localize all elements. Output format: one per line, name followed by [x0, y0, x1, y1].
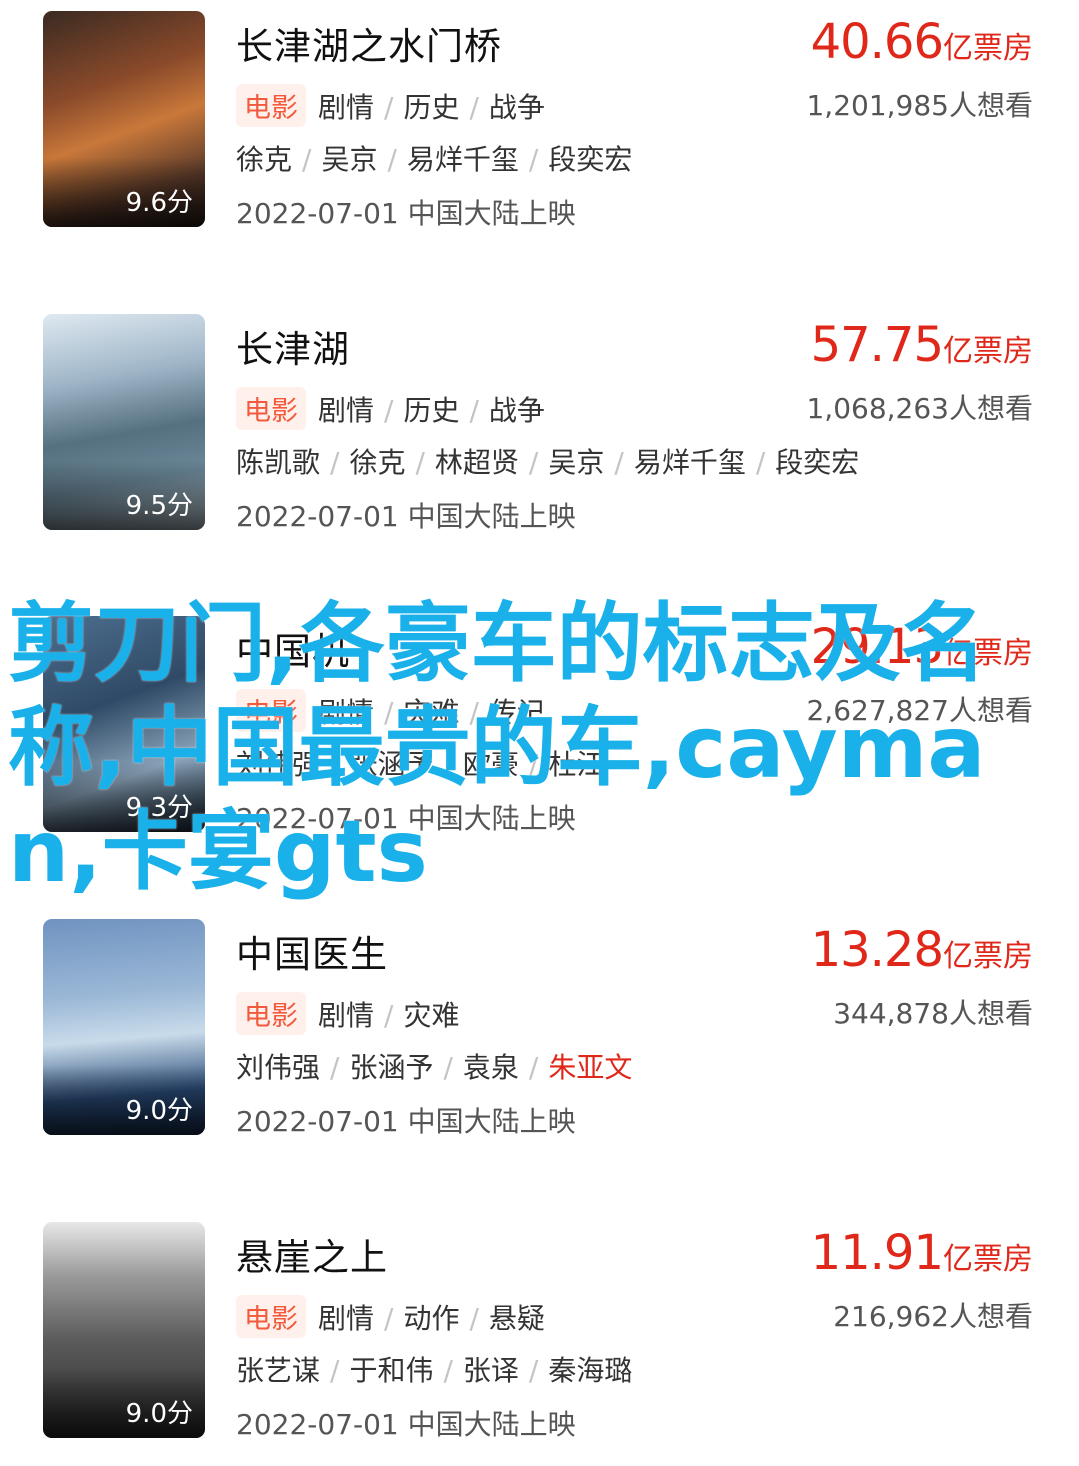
cast-member: 陈凯歌	[236, 446, 321, 479]
box-office-unit: 亿票房	[943, 334, 1033, 369]
cast-member: 徐克	[349, 446, 406, 479]
movie-cast: 刘伟强 / 张涵予 / 袁泉 / 朱亚文	[236, 1051, 633, 1084]
box-office-number: 13.28	[810, 922, 944, 978]
box-office-number: 11.91	[810, 1225, 944, 1281]
movie-title[interactable]: 悬崖之上	[236, 1227, 388, 1281]
box-office-unit: 亿票房	[943, 939, 1033, 974]
category-badge: 电影	[236, 387, 306, 430]
movie-poster[interactable]: 9.6分	[43, 11, 205, 227]
want-to-see-count: 344,878人想看	[833, 997, 1033, 1030]
genre-tag: 战争	[488, 91, 545, 124]
movie-poster[interactable]: 9.0分	[43, 919, 205, 1135]
box-office: 11.91亿票房	[811, 1225, 1033, 1281]
movie-card[interactable]: 9.0分 悬崖之上 电影 剧情 / 动作 / 悬疑 张艺谋 / 于和伟 / 张译 / 秦海璐 2022…	[0, 1211, 1079, 1451]
movie-card[interactable]: 9.6分 长津湖之水门桥 电影 剧情 / 历史 / 战争 徐克 / 吴京 / 易烊千玺 / 段奕宏 2…	[0, 0, 1079, 240]
movie-score: 9.5分	[125, 491, 193, 521]
cast-member: 易烊千玺	[633, 446, 746, 479]
cast-member: 易烊千玺	[406, 143, 519, 176]
movie-score: 9.0分	[125, 1399, 193, 1429]
category-badge: 电影	[236, 992, 306, 1035]
movie-poster[interactable]: 9.0分	[43, 1222, 205, 1438]
want-to-see-count: 1,068,263人想看	[806, 392, 1033, 425]
genre-tag: 历史	[403, 394, 460, 427]
movie-poster[interactable]: 9.5分	[43, 314, 205, 530]
cast-member: 吴京	[321, 143, 378, 176]
movie-score: 9.6分	[125, 188, 193, 218]
genre-tag: 动作	[403, 1302, 460, 1335]
box-office: 57.75亿票房	[811, 317, 1033, 373]
movie-title[interactable]: 中国医生	[236, 924, 388, 978]
cast-member: 刘伟强	[236, 1051, 321, 1084]
cast-member: 林超贤	[434, 446, 519, 479]
genre-tag: 悬疑	[488, 1302, 545, 1335]
movie-score: 9.0分	[125, 1096, 193, 1126]
movie-title[interactable]: 长津湖	[236, 319, 350, 373]
genre-tag: 剧情	[318, 394, 375, 427]
box-office-number: 40.66	[810, 14, 944, 70]
box-office: 13.28亿票房	[811, 922, 1033, 978]
cast-member: 于和伟	[349, 1354, 434, 1387]
movie-card[interactable]: 9.5分 长津湖 电影 剧情 / 历史 / 战争 陈凯歌 / 徐克 / 林超贤 / 吴京 / 易烊千玺 / 段…	[0, 303, 1079, 543]
movie-tags: 电影 剧情 / 历史 / 战争	[236, 387, 545, 430]
movie-tags: 电影 剧情 / 动作 / 悬疑	[236, 1295, 545, 1338]
movie-cast: 张艺谋 / 于和伟 / 张译 / 秦海璐	[236, 1354, 633, 1387]
watermark-overlay-text: 剪刀门,各豪车的标志及名称,中国最贵的车,cayman,卡宴gts	[8, 594, 987, 902]
release-date: 2022-07-01 中国大陆上映	[236, 1408, 576, 1441]
movie-cast: 徐克 / 吴京 / 易烊千玺 / 段奕宏	[236, 143, 633, 176]
genre-tag: 历史	[403, 91, 460, 124]
want-to-see-count: 1,201,985人想看	[806, 89, 1033, 122]
box-office-unit: 亿票房	[943, 1242, 1033, 1277]
release-date: 2022-07-01 中国大陆上映	[236, 1105, 576, 1138]
movie-cast: 陈凯歌 / 徐克 / 林超贤 / 吴京 / 易烊千玺 / 段奕宏	[236, 446, 860, 479]
box-office-unit: 亿票房	[943, 31, 1033, 66]
cast-member: 袁泉	[462, 1051, 519, 1084]
movie-title[interactable]: 长津湖之水门桥	[236, 16, 502, 70]
genre-tag: 战争	[488, 394, 545, 427]
cast-member: 秦海璐	[548, 1354, 633, 1387]
cast-member: 吴京	[548, 446, 605, 479]
want-to-see-count: 216,962人想看	[833, 1300, 1033, 1333]
genre-tag: 剧情	[318, 1302, 375, 1335]
cast-member: 段奕宏	[775, 446, 860, 479]
cast-member: 徐克	[236, 143, 293, 176]
box-office-number: 57.75	[810, 317, 944, 373]
box-office: 40.66亿票房	[811, 14, 1033, 70]
release-date: 2022-07-01 中国大陆上映	[236, 197, 576, 230]
cast-member: 张译	[462, 1354, 519, 1387]
cast-member-highlighted: 朱亚文	[548, 1051, 633, 1084]
cast-member: 张艺谋	[236, 1354, 321, 1387]
movie-tags: 电影 剧情 / 灾难	[236, 992, 459, 1035]
category-badge: 电影	[236, 1295, 306, 1338]
release-date: 2022-07-01 中国大陆上映	[236, 500, 576, 533]
genre-tag: 剧情	[318, 91, 375, 124]
cast-member: 张涵予	[349, 1051, 434, 1084]
genre-tag: 灾难	[403, 999, 460, 1032]
movie-tags: 电影 剧情 / 历史 / 战争	[236, 84, 545, 127]
category-badge: 电影	[236, 84, 306, 127]
cast-member: 段奕宏	[548, 143, 633, 176]
movie-card[interactable]: 9.0分 中国医生 电影 剧情 / 灾难 刘伟强 / 张涵予 / 袁泉 / 朱亚文 2022-07…	[0, 908, 1079, 1148]
genre-tag: 剧情	[318, 999, 375, 1032]
